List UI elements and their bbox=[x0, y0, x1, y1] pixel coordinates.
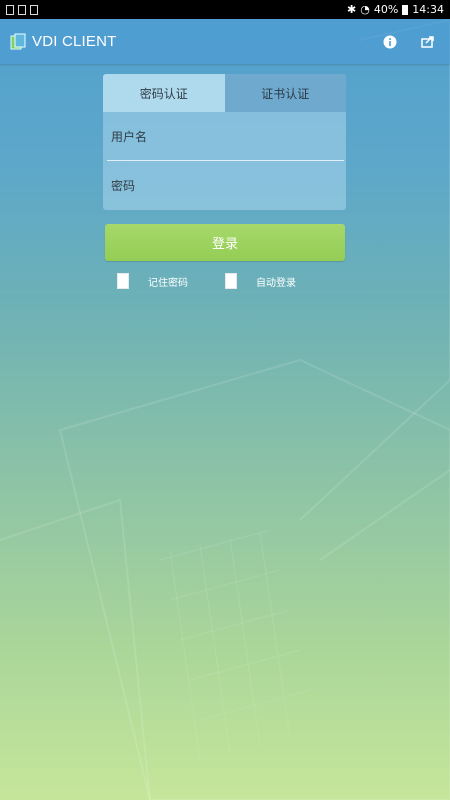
screenshot-icon bbox=[18, 4, 26, 15]
system-status: ✱ ◔ 40% 14:34 bbox=[347, 3, 444, 16]
auto-login-checkbox[interactable] bbox=[225, 273, 237, 289]
auth-tabs: 密码认证 证书认证 bbox=[103, 74, 346, 112]
auto-login-option[interactable]: 自动登录 bbox=[225, 273, 296, 289]
auto-login-label: 自动登录 bbox=[256, 277, 296, 289]
tab-certificate-auth[interactable]: 证书认证 bbox=[224, 74, 346, 112]
tab-password-auth[interactable]: 密码认证 bbox=[103, 74, 225, 112]
clock: 14:34 bbox=[412, 3, 444, 16]
remember-password-checkbox[interactable] bbox=[117, 273, 129, 289]
battery-icon bbox=[402, 4, 409, 15]
info-icon[interactable] bbox=[382, 34, 398, 50]
share-icon[interactable] bbox=[420, 34, 436, 50]
app-logo-icon bbox=[10, 33, 26, 51]
battery-percent: 40% bbox=[373, 3, 399, 16]
app-bar: VDI CLIENT bbox=[0, 19, 450, 64]
remember-password-label: 记住密码 bbox=[148, 277, 188, 289]
notification-icons bbox=[6, 4, 38, 15]
login-card: 密码认证 证书认证 用户名 密码 bbox=[103, 74, 346, 210]
bluetooth-icon: ✱ bbox=[347, 3, 357, 16]
notification-icon bbox=[6, 4, 14, 15]
username-field[interactable]: 用户名 bbox=[103, 112, 346, 160]
app-title: VDI CLIENT bbox=[32, 33, 117, 50]
status-bar: ✱ ◔ 40% 14:34 bbox=[0, 0, 450, 19]
file-icon bbox=[30, 4, 38, 15]
password-field[interactable]: 密码 bbox=[103, 161, 346, 209]
wifi-icon: ◔ bbox=[360, 3, 370, 16]
login-button[interactable]: 登录 bbox=[105, 224, 345, 261]
remember-password-option[interactable]: 记住密码 bbox=[117, 273, 188, 289]
